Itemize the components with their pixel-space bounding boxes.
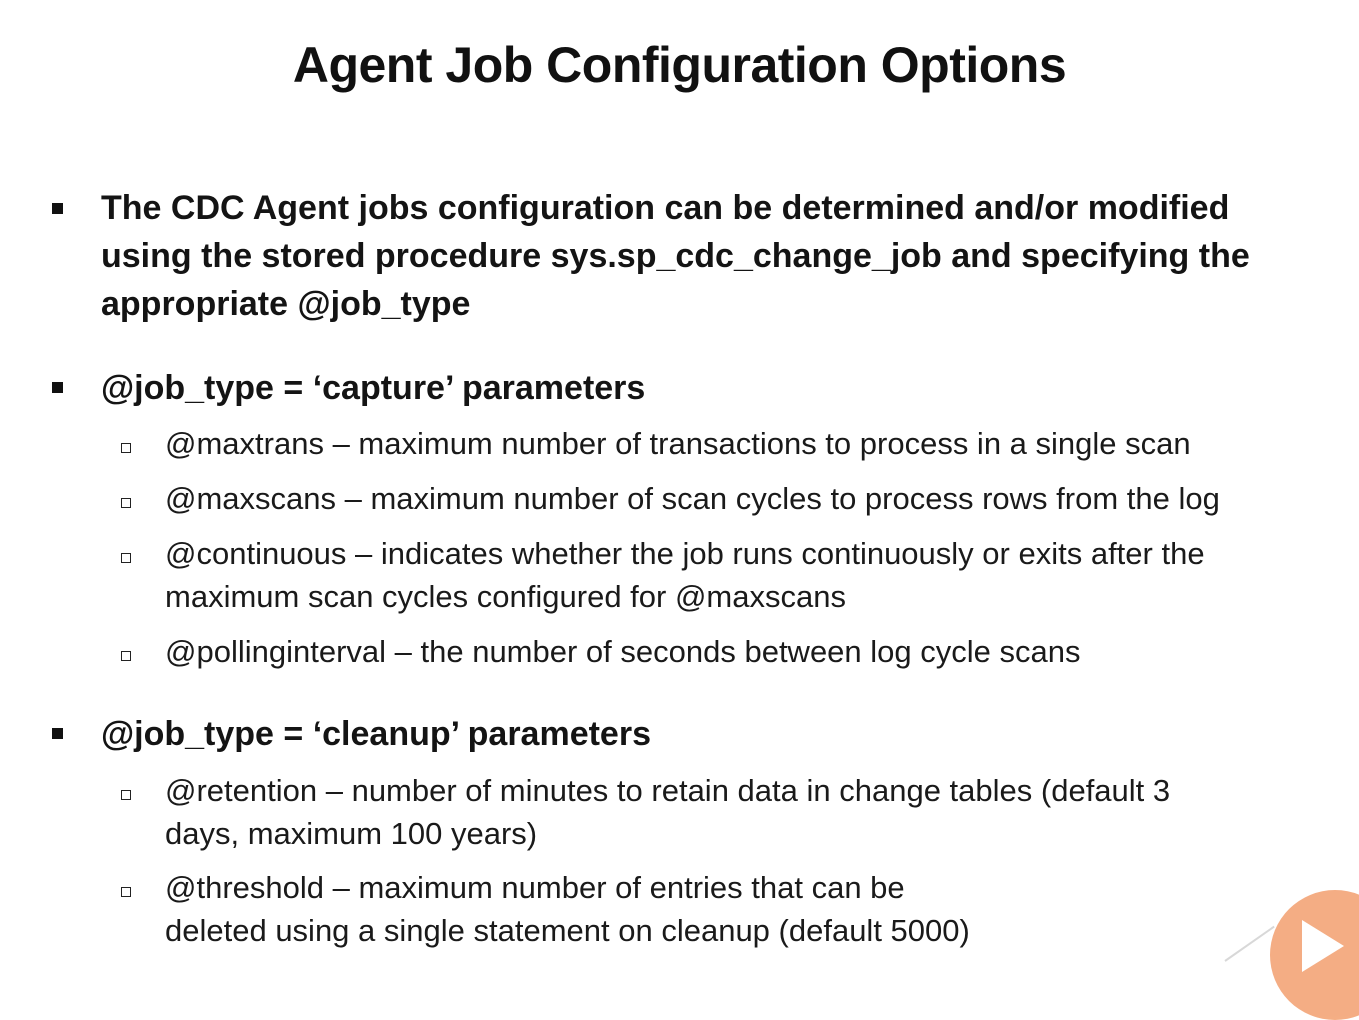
sub-item-line: @continuous – indicates whether the job … bbox=[165, 536, 1205, 571]
bullet-text: The CDC Agent jobs configuration can be … bbox=[101, 184, 1250, 328]
sub-item-line: @threshold – maximum number of entries t… bbox=[165, 870, 905, 905]
sub-item-line: deleted using a single statement on clea… bbox=[165, 913, 970, 948]
slide-title: Agent Job Configuration Options bbox=[292, 37, 1067, 93]
play-button[interactable] bbox=[1270, 890, 1359, 1020]
bullet-text: @job_type = ‘capture’ parameters bbox=[101, 369, 646, 407]
play-icon bbox=[1302, 920, 1344, 972]
sub-item-line: @maxscans – maximum number of scan cycle… bbox=[165, 481, 1220, 516]
hollow-square-bullet-icon bbox=[121, 498, 131, 508]
sub-item-text: @maxtrans – maximum number of transactio… bbox=[165, 422, 1191, 465]
bullet-line: using the stored procedure sys.sp_cdc_ch… bbox=[101, 237, 1250, 275]
bullet-line: appropriate @job_type bbox=[101, 285, 471, 323]
sub-item-line: @maxtrans – maximum number of transactio… bbox=[165, 426, 1191, 461]
square-bullet-icon bbox=[52, 728, 63, 739]
hollow-square-bullet-icon bbox=[121, 651, 131, 661]
square-bullet-icon bbox=[52, 203, 63, 214]
sub-item-line: @pollinginterval – the number of seconds… bbox=[165, 634, 1081, 669]
sub-item-text: @pollinginterval – the number of seconds… bbox=[165, 630, 1080, 673]
bullet-line: The CDC Agent jobs configuration can be … bbox=[101, 189, 1230, 227]
sub-item-text: @maxscans – maximum number of scan cycle… bbox=[165, 477, 1220, 520]
hollow-square-bullet-icon bbox=[121, 790, 131, 800]
hollow-square-bullet-icon bbox=[121, 887, 131, 897]
sub-item-line: days, maximum 100 years) bbox=[165, 816, 538, 851]
hollow-square-bullet-icon bbox=[121, 443, 131, 453]
sub-item-text: @continuous – indicates whether the job … bbox=[165, 532, 1205, 618]
square-bullet-icon bbox=[52, 382, 63, 393]
bullet-text: @job_type = ‘cleanup’ parameters bbox=[101, 715, 651, 753]
sub-item-text: @retention – number of minutes to retain… bbox=[165, 769, 1170, 855]
sub-item-line: maximum scan cycles configured for @maxs… bbox=[165, 579, 846, 614]
slide: Agent Job Configuration Options The CDC … bbox=[0, 0, 1359, 1020]
hollow-square-bullet-icon bbox=[121, 553, 131, 563]
page-corner-line bbox=[1224, 925, 1275, 962]
sub-item-line: @retention – number of minutes to retain… bbox=[165, 773, 1171, 808]
sub-item-text: @threshold – maximum number of entries t… bbox=[165, 866, 970, 952]
